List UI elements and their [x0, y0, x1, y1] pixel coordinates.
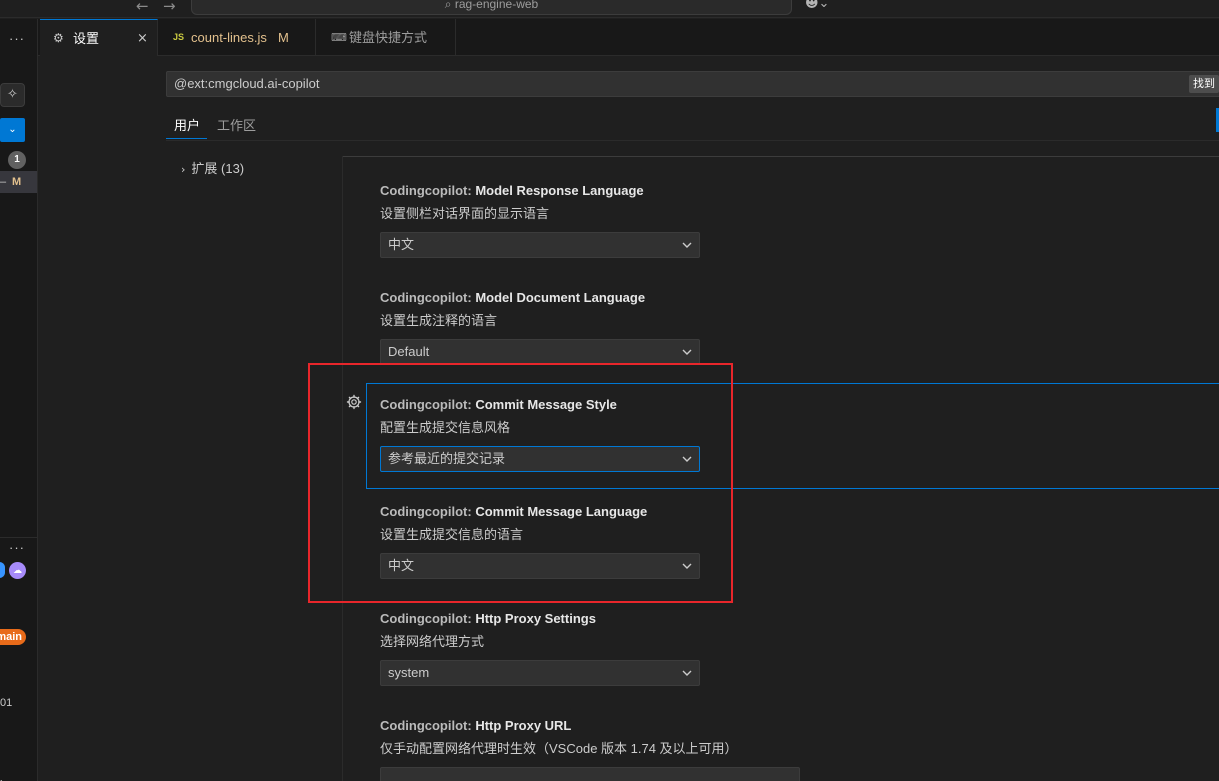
tab-user[interactable]: 用户 — [174, 115, 200, 134]
tab-label: 键盘快捷方式 — [349, 30, 428, 45]
close-icon[interactable]: × — [137, 20, 148, 57]
cloud-icon[interactable]: ☁ — [9, 562, 26, 579]
sparkle-icon[interactable]: ✧ — [0, 83, 25, 107]
setting-category: Codingcopilot: — [380, 611, 476, 626]
copilot-icon[interactable]: ☻⌄ — [805, 0, 829, 11]
results-count-badge: 找到 — [1189, 75, 1219, 93]
http-proxy-url-input[interactable] — [380, 767, 800, 781]
tab-label: count-lines.js — [191, 30, 267, 45]
setting-name: Http Proxy URL — [475, 718, 572, 733]
settings-search-input[interactable]: @ext:cmgcloud.ai-copilot — [166, 71, 1219, 97]
chevron-down-icon — [682, 670, 692, 676]
branch-badge[interactable]: main — [0, 629, 26, 645]
list-top-border — [343, 156, 1219, 157]
select-value: system — [388, 665, 430, 680]
graph-label: 01 — [0, 697, 13, 709]
http-proxy-settings-select[interactable]: system — [380, 660, 700, 686]
setting-title: Codingcopilot: Http Proxy URL — [380, 717, 800, 735]
setting-http-proxy-settings: Codingcopilot: Http Proxy Settings 选择网络代… — [380, 610, 700, 686]
tab-workspace[interactable]: 工作区 — [217, 115, 256, 134]
more-actions-icon[interactable]: ··· — [9, 540, 25, 555]
file-status-modified: M — [12, 176, 22, 188]
setting-description: 仅手动配置网络代理时生效（VSCode 版本 1.74 及以上可用） — [380, 741, 738, 756]
back-arrow-icon[interactable]: ← — [136, 0, 149, 15]
toc-item-extensions[interactable]: › 扩展 (13) — [181, 158, 244, 177]
model-document-language-select[interactable]: Default — [380, 339, 700, 365]
setting-category: Codingcopilot: — [380, 290, 476, 305]
setting-description: 设置生成注释的语言 — [380, 313, 498, 328]
toc-item-label: 扩展 (13) — [191, 161, 245, 176]
keyboard-icon: ⌨ — [331, 31, 347, 44]
sidebar-divider — [0, 537, 37, 538]
avatar[interactable] — [0, 562, 5, 578]
annotation-highlight-box — [308, 363, 733, 603]
modified-indicator: M — [278, 30, 289, 45]
settings-icon: ⚙ — [53, 31, 64, 45]
commit-dropdown-button[interactable]: ⌄ — [0, 118, 25, 142]
more-actions-icon[interactable]: ··· — [9, 31, 25, 46]
tab-count-lines-js[interactable]: JS count-lines.js M — [158, 19, 316, 56]
setting-model-document-language: Codingcopilot: Model Document Language 设… — [380, 289, 700, 365]
command-center[interactable]: ⌕ rag-engine-web — [191, 0, 792, 15]
changes-count-badge: 1 — [8, 151, 26, 169]
chevron-right-icon: › — [181, 163, 186, 176]
chevron-down-icon — [682, 349, 692, 355]
tab-keyboard-shortcuts[interactable]: ⌨ 键盘快捷方式 — [316, 19, 456, 56]
title-bar: ← → ⌕ rag-engine-web ☻⌄ — [0, 0, 1219, 18]
setting-category: Codingcopilot: — [380, 183, 476, 198]
setting-title: Codingcopilot: Model Document Language — [380, 289, 700, 307]
setting-name: Model Response Language — [475, 183, 644, 198]
tab-settings[interactable]: ⚙ 设置 × — [40, 19, 158, 56]
select-value: 中文 — [388, 237, 415, 252]
setting-description: 选择网络代理方式 — [380, 634, 485, 649]
active-tab-indicator — [166, 138, 207, 139]
setting-http-proxy-url: Codingcopilot: Http Proxy URL 仅手动配置网络代理时… — [380, 717, 800, 781]
editor-tab-bar: ⚙ 设置 × JS count-lines.js M ⌨ 键盘快捷方式 — [38, 19, 1219, 56]
setting-model-response-language: Codingcopilot: Model Response Language 设… — [380, 182, 700, 258]
forward-arrow-icon[interactable]: → — [163, 0, 176, 15]
javascript-file-icon: JS — [173, 32, 185, 42]
tab-label: 设置 — [73, 31, 100, 46]
select-value: Default — [388, 344, 430, 359]
source-control-sidebar: ··· ✧ ⌄ 1 M – ··· ☁ main 01 l — [0, 19, 38, 781]
file-row-dash: – — [0, 176, 7, 188]
setting-title: Codingcopilot: Model Response Language — [380, 182, 700, 200]
setting-description: 设置侧栏对话界面的显示语言 — [380, 206, 550, 221]
setting-category: Codingcopilot: — [380, 718, 476, 733]
setting-name: Http Proxy Settings — [475, 611, 596, 626]
chevron-down-icon — [682, 242, 692, 248]
setting-name: Model Document Language — [475, 290, 646, 305]
model-response-language-select[interactable]: 中文 — [380, 232, 700, 258]
header-divider — [166, 140, 1219, 141]
setting-title: Codingcopilot: Http Proxy Settings — [380, 610, 700, 628]
